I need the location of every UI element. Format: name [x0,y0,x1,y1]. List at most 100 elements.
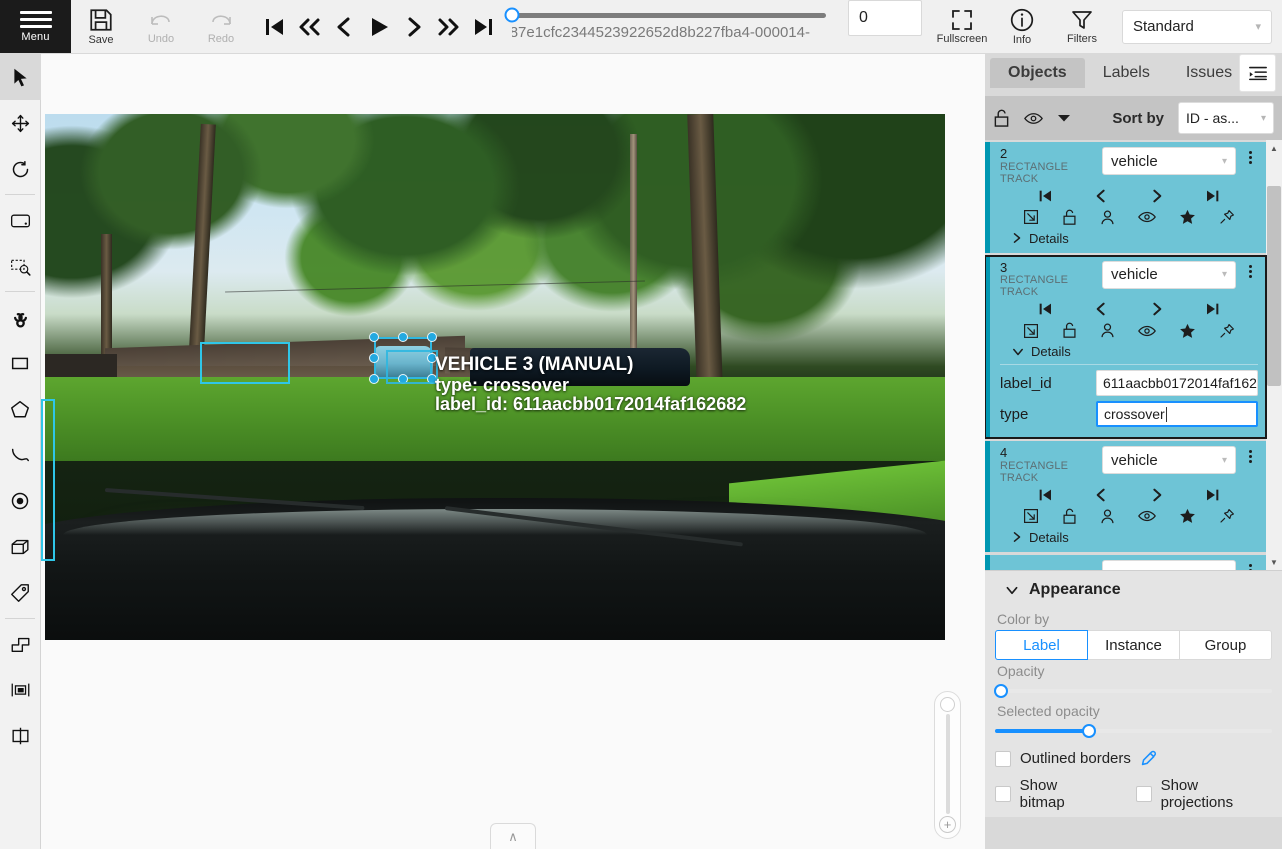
object-details-toggle[interactable]: Details [1000,341,1258,360]
show-projections-checkbox[interactable] [1135,786,1152,802]
frame-image[interactable] [45,114,945,640]
go-last-keyframe-button[interactable] [1204,487,1222,503]
pin-button[interactable] [1219,209,1235,226]
object-label-select[interactable]: vehicle ▾ [1102,147,1236,175]
attribute-value-input-label-id[interactable]: 611aacbb0172014faf1626 [1096,370,1258,397]
play-button[interactable] [362,7,395,47]
select-region-tool[interactable] [0,243,41,289]
undo-button[interactable]: Undo [131,0,191,53]
star-button[interactable] [1179,322,1196,339]
occluded-button[interactable] [1023,322,1039,339]
object-card[interactable]: 4 RECTANGLE TRACK vehicle ▾ Details [985,441,1266,552]
last-frame-button[interactable] [467,7,500,47]
frame-slider-track[interactable] [504,7,826,23]
first-frame-button[interactable] [257,7,290,47]
appearance-toggle[interactable]: Appearance [985,571,1282,608]
resize-handle-ne[interactable] [427,332,437,342]
pinned-user-button[interactable] [1100,209,1115,226]
object-card-partial[interactable] [985,554,1266,570]
go-prev-keyframe-button[interactable] [1093,487,1109,503]
tab-issues[interactable]: Issues [1168,58,1250,88]
annotation-canvas[interactable]: VEHICLE 3 (MANUAL) type: crossover label… [41,54,985,849]
redo-button[interactable]: Redo [191,0,251,53]
star-button[interactable] [1179,209,1196,226]
go-next-keyframe-button[interactable] [1149,301,1165,317]
objects-scrollbar[interactable]: ▲ ▼ [1266,140,1282,570]
resize-handle-w[interactable] [369,353,379,363]
ai-tools[interactable] [0,294,41,340]
zoom-slider[interactable]: + [934,691,961,839]
resize-handle-n[interactable] [398,332,408,342]
scroll-up-button[interactable]: ▲ [1266,140,1282,156]
tab-objects[interactable]: Objects [990,58,1085,88]
draw-polyline-tool[interactable] [0,432,41,478]
zoom-slider-track[interactable] [945,714,950,814]
tab-labels[interactable]: Labels [1085,58,1168,88]
bounding-box-2[interactable] [41,399,55,561]
draw-rectangle-tool[interactable] [0,340,41,386]
group-tool[interactable] [0,667,41,713]
go-next-keyframe-button[interactable] [1149,487,1165,503]
object-menu-button[interactable] [1242,560,1258,570]
selected-opacity-knob[interactable] [1082,724,1097,738]
object-label-select[interactable]: vehicle ▾ [1102,260,1236,289]
hide-button[interactable] [1137,322,1156,339]
frame-slider[interactable]: 0587e1cfc2344523922652d8b227fba4-000014- [500,0,838,53]
go-first-keyframe-button[interactable] [1036,188,1054,204]
color-by-instance-option[interactable]: Instance [1087,630,1180,660]
bounding-box-1[interactable] [200,342,290,384]
next-frame-button[interactable] [397,7,430,47]
objects-list[interactable]: 2 RECTANGLE TRACK vehicle ▾ Details 3 RE… [985,140,1282,570]
lock-button[interactable] [1062,508,1077,525]
object-menu-button[interactable] [1242,261,1258,278]
previous-frame-button[interactable] [327,7,360,47]
scroll-down-button[interactable]: ▼ [1266,554,1282,570]
expand-bottom-panel-button[interactable]: ∧ [490,823,536,849]
color-by-group-option[interactable]: Group [1179,630,1272,660]
opacity-track[interactable] [995,689,1272,693]
workspace-select[interactable]: Standard ▾ [1122,9,1272,44]
hide-button[interactable] [1137,508,1156,525]
save-button[interactable]: Save [71,0,131,53]
occluded-button[interactable] [1023,508,1039,525]
lock-all-button[interactable] [993,109,1010,128]
frame-slider-handle[interactable] [504,7,520,23]
eyedropper-icon[interactable] [1140,750,1157,767]
go-first-keyframe-button[interactable] [1036,487,1054,503]
expand-all-button[interactable] [1057,113,1071,123]
info-button[interactable]: Info [992,7,1052,46]
cursor-tool[interactable] [0,54,41,100]
object-menu-button[interactable] [1242,446,1258,464]
pin-button[interactable] [1219,322,1235,339]
pinned-user-button[interactable] [1100,322,1115,339]
go-last-keyframe-button[interactable] [1204,188,1222,204]
forward-many-frames-button[interactable] [432,7,465,47]
filters-button[interactable]: Filters [1052,8,1112,45]
object-details-toggle[interactable]: Details [1000,228,1258,247]
star-button[interactable] [1179,508,1196,525]
fullscreen-button[interactable]: Fullscreen [932,8,992,45]
object-menu-button[interactable] [1242,147,1258,164]
object-card[interactable]: 2 RECTANGLE TRACK vehicle ▾ Details [985,142,1266,253]
opacity-slider[interactable] [993,682,1272,700]
zoom-slider-knob[interactable] [940,697,955,712]
go-last-keyframe-button[interactable] [1204,301,1222,317]
bounding-box-3-inner[interactable] [386,350,438,384]
object-card-selected[interactable]: 3 RECTANGLE TRACK vehicle ▾ Details labe… [985,254,1267,440]
pinned-user-button[interactable] [1100,508,1115,525]
hide-button[interactable] [1137,209,1156,226]
draw-polygon-tool[interactable] [0,386,41,432]
draw-points-tool[interactable] [0,478,41,524]
object-details-toggle[interactable]: Details [1000,527,1258,546]
merge-tool[interactable] [0,621,41,667]
attribute-value-input-type[interactable]: crossover [1096,401,1258,428]
zoom-in-button[interactable]: + [939,816,956,833]
color-by-label-option[interactable]: Label [995,630,1088,660]
back-many-frames-button[interactable] [292,7,325,47]
go-prev-keyframe-button[interactable] [1093,188,1109,204]
outlined-borders-checkbox[interactable] [995,750,1011,767]
frame-number-input[interactable] [848,0,922,36]
lock-button[interactable] [1062,322,1077,339]
fit-image-tool[interactable] [0,197,41,243]
occluded-button[interactable] [1023,209,1039,226]
